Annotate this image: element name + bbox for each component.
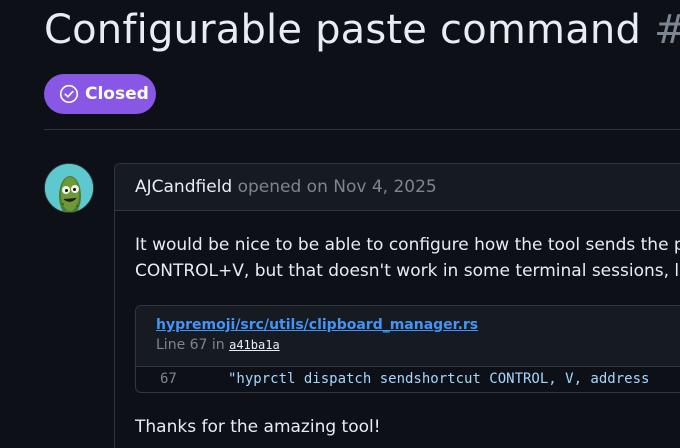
comment-header: AJCandfield opened on Nov 4, 2025 xyxy=(115,164,680,211)
comment-body-closing: Thanks for the amazing tool! xyxy=(135,417,381,437)
code-line-number[interactable]: 67 xyxy=(160,371,177,387)
issue-title: Configurable paste command #4 xyxy=(44,6,680,54)
issue-number: #4 xyxy=(654,7,680,53)
issue-page: Configurable paste command #4 Closed xyxy=(0,0,680,448)
issue-state-badge: Closed xyxy=(44,74,156,114)
permalink-line-ref: Line 67 in a41ba1a xyxy=(156,337,280,353)
comment-body-line-2: CONTROL+V, but that doesn't work in some… xyxy=(135,261,680,281)
comment-body-line-1: It would be nice to be able to configure… xyxy=(135,235,680,255)
issue-comment: AJCandfield opened on Nov 4, 2025 It wou… xyxy=(114,163,680,448)
permalink-header: hypremoji/src/utils/clipboard_manager.rs… xyxy=(136,306,680,367)
permalink-file-link[interactable]: hypremoji/src/utils/clipboard_manager.rs xyxy=(156,317,478,333)
header-divider xyxy=(44,129,680,130)
pickle-avatar-icon xyxy=(45,164,93,212)
comment-meta: AJCandfield opened on Nov 4, 2025 xyxy=(135,177,437,197)
issue-title-text: Configurable paste command xyxy=(44,7,642,53)
code-permalink: hypremoji/src/utils/clipboard_manager.rs… xyxy=(135,305,680,393)
issue-state-label: Closed xyxy=(85,84,149,104)
code-line-content: "hyprctl dispatch sendshortcut CONTROL, … xyxy=(228,371,650,387)
check-circle-icon xyxy=(59,84,79,104)
author-avatar[interactable] xyxy=(44,163,94,213)
permalink-commit-link[interactable]: a41ba1a xyxy=(229,338,280,352)
comment-author-link[interactable]: AJCandfield xyxy=(135,177,232,197)
code-line: 67 "hyprctl dispatch sendshortcut CONTRO… xyxy=(136,367,680,392)
comment-timestamp[interactable]: opened on Nov 4, 2025 xyxy=(238,177,437,197)
permalink-line-prefix: Line 67 in xyxy=(156,337,225,353)
